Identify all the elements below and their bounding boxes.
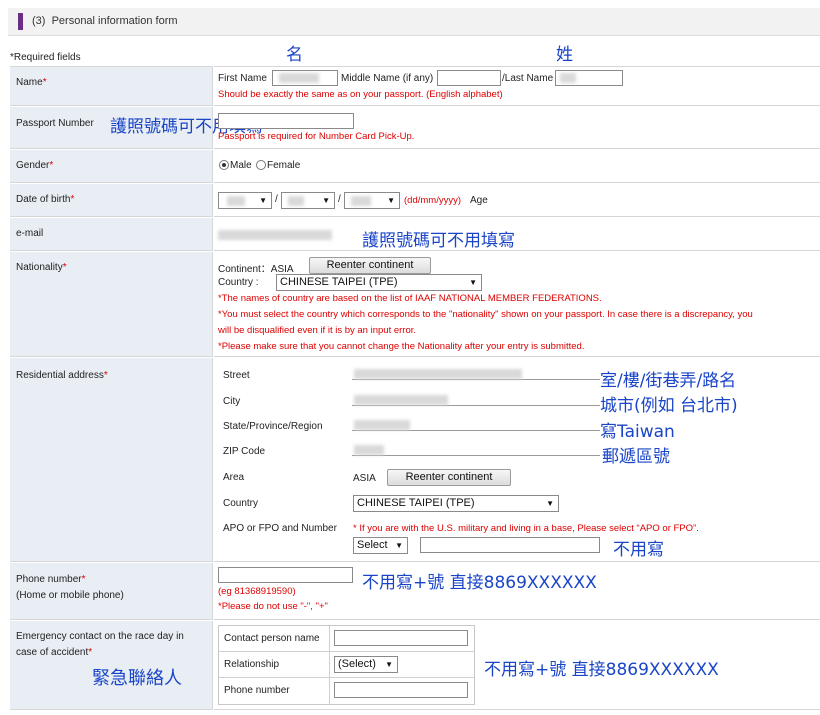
gender-label: Gender* (16, 160, 54, 171)
city-input[interactable] (352, 394, 600, 406)
zip-input[interactable] (352, 444, 600, 456)
chevron-down-icon: ▼ (387, 196, 395, 205)
annotation-phone: 不用寫+號 直接8869XXXXXX (362, 573, 597, 593)
phone-input[interactable] (218, 567, 353, 583)
column-divider (329, 626, 330, 704)
street-label: Street (223, 370, 250, 381)
annotation-city: 城市(例如 台北市) (600, 396, 738, 416)
apo-number-input[interactable] (420, 537, 600, 553)
annotation-surname: 姓 (556, 45, 573, 65)
apo-select[interactable]: Select ▼ (353, 537, 408, 554)
contact-name-input[interactable] (334, 630, 468, 646)
address-label: Residential address* (16, 370, 108, 381)
nationality-country-select[interactable]: CHINESE TAIPEI (TPE) ▼ (276, 274, 482, 291)
chevron-down-icon: ▼ (469, 278, 477, 287)
last-name-input[interactable] (555, 70, 623, 86)
emergency-phone-input[interactable] (334, 682, 468, 698)
first-name-input[interactable] (272, 70, 338, 86)
nationality-label: Nationality* (16, 262, 67, 273)
passport-hint: Passport is required for Number Card Pic… (218, 131, 415, 142)
area-value: ASIA (353, 473, 376, 484)
section-marker (18, 13, 23, 30)
zip-label: ZIP Code (223, 446, 266, 457)
phone-label-cell: Phone number* (Home or mobile phone) (10, 563, 213, 620)
chevron-down-icon: ▼ (259, 196, 267, 205)
name-label-cell: Name* (10, 66, 213, 106)
annotation-zip: 郵遞區號 (602, 447, 670, 467)
middle-name-label: Middle Name (if any) (341, 73, 434, 84)
section-header: (3) Personal information form (8, 8, 820, 36)
country-label: Country : (218, 277, 259, 288)
nationality-note-4: *Please make sure that you cannot change… (218, 341, 585, 352)
address-reenter-continent-button[interactable]: Reenter continent (387, 469, 511, 486)
name-label: Name* (16, 77, 47, 88)
dob-day-select[interactable]: ▼ (218, 192, 272, 209)
state-input[interactable] (352, 419, 600, 431)
dob-separator: / (275, 194, 278, 205)
last-name-label: /Last Name (502, 73, 554, 84)
gender-male-radio[interactable] (219, 160, 229, 170)
nationality-label-cell: Nationality* (10, 252, 213, 357)
chevron-down-icon: ▼ (546, 499, 554, 508)
first-name-label: First Name (218, 73, 267, 84)
gender-male-label: Male (230, 160, 252, 171)
reenter-continent-button[interactable]: Reenter continent (309, 257, 431, 274)
age-label: Age (470, 195, 488, 206)
chevron-down-icon: ▼ (385, 660, 393, 669)
required-fields-note: *Required fields (10, 52, 81, 63)
annotation-email: 護照號碼可不用填寫 (362, 231, 515, 251)
annotation-given-name: 名 (286, 45, 303, 65)
emergency-label-line2: case of accident* (16, 647, 93, 658)
annotation-state: 寫Taiwan (600, 422, 675, 442)
annotation-street: 室/樓/街巷弄/路名 (600, 371, 737, 391)
emergency-label-line1: Emergency contact on the race day in (16, 631, 184, 642)
dob-label-cell: Date of birth* (10, 184, 213, 217)
apo-label: APO or FPO and Number (223, 523, 337, 534)
section-title: (3) Personal information form (32, 15, 178, 27)
emergency-phone-label: Phone number (224, 685, 290, 696)
address-label-cell: Residential address* (10, 358, 213, 562)
email-label-cell: e-mail (10, 218, 213, 251)
annotation-emergency: 緊急聯絡人 (92, 668, 182, 689)
continent-label: Continent：ASIA (218, 264, 294, 275)
city-label: City (223, 396, 241, 407)
nationality-note-3: will be disqualified even if it is by an… (218, 325, 417, 336)
dob-month-select[interactable]: ▼ (281, 192, 335, 209)
street-input[interactable] (352, 368, 600, 380)
phone-sublabel: (Home or mobile phone) (16, 590, 124, 601)
relationship-label: Relationship (224, 659, 280, 670)
nationality-note-2: *You must select the country which corre… (218, 309, 753, 320)
dob-label: Date of birth* (16, 194, 75, 205)
address-country-label: Country (223, 498, 259, 509)
email-value (218, 230, 332, 240)
middle-name-input[interactable] (437, 70, 501, 86)
dob-year-select[interactable]: ▼ (344, 192, 400, 209)
dob-separator: / (338, 194, 341, 205)
gender-female-label: Female (267, 160, 301, 171)
state-label: State/Province/Region (223, 421, 323, 432)
chevron-down-icon: ▼ (395, 541, 403, 550)
area-label: Area (223, 472, 245, 483)
gender-female-radio[interactable] (256, 160, 266, 170)
contact-name-label: Contact person name (224, 633, 320, 644)
gender-label-cell: Gender* (10, 150, 213, 183)
address-country-select[interactable]: CHINESE TAIPEI (TPE) ▼ (353, 495, 559, 512)
passport-label: Passport Number (16, 118, 94, 129)
email-label: e-mail (16, 228, 44, 239)
apo-hint: * If you are with the U.S. military and … (353, 523, 699, 534)
gender-value-cell (214, 150, 820, 183)
annotation-apo: 不用寫 (613, 540, 664, 560)
phone-example: (eg 81368919590) (218, 586, 296, 597)
nationality-note-1: *The names of country are based on the l… (218, 293, 602, 304)
name-hint: Should be exactly the same as on your pa… (218, 89, 503, 100)
annotation-emergency-phone: 不用寫+號 直接8869XXXXXX (484, 660, 719, 680)
passport-input[interactable] (218, 113, 354, 129)
relationship-select[interactable]: (Select) ▼ (334, 656, 398, 673)
dob-format: (dd/mm/yyyy) (404, 195, 461, 206)
chevron-down-icon: ▼ (322, 196, 330, 205)
phone-label: Phone number* (16, 574, 86, 585)
phone-hint: *Please do not use "-", "+" (218, 601, 328, 612)
